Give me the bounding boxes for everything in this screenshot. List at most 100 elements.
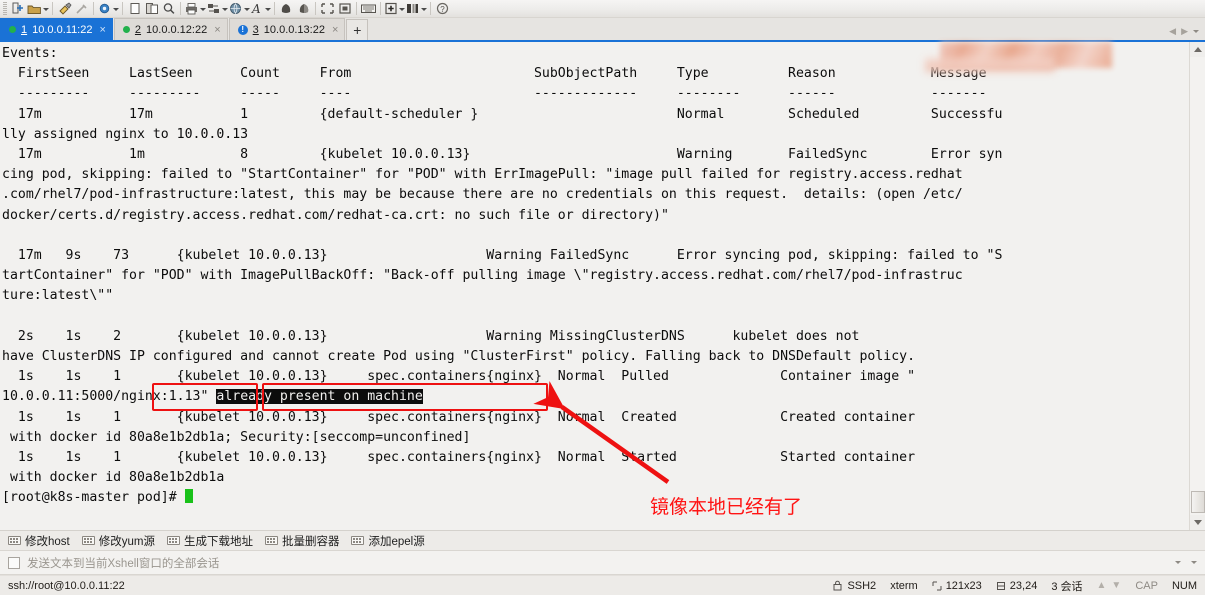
- status-bar: ssh://root@10.0.0.11:22 SSH2 xterm 121x2…: [0, 575, 1205, 595]
- new-tab-button[interactable]: +: [346, 19, 369, 40]
- copy-icon[interactable]: [126, 1, 143, 17]
- quick-command-label: 修改yum源: [98, 535, 155, 548]
- print-icon[interactable]: [184, 1, 206, 17]
- tab-list-chevron-icon[interactable]: [1193, 30, 1199, 33]
- chevron-down-icon-2[interactable]: [1191, 561, 1197, 564]
- keyboard-icon: [264, 536, 278, 545]
- quick-command-label: 添加epel源: [368, 535, 425, 548]
- transfer-icon[interactable]: [206, 1, 228, 17]
- chevron-down-icon[interactable]: [1175, 561, 1181, 564]
- tab-scroll-right-icon[interactable]: ▶: [1181, 26, 1188, 37]
- connected-status-dot: [9, 26, 16, 33]
- toolbar-grip[interactable]: [3, 1, 7, 16]
- font-icon[interactable]: A: [250, 1, 271, 17]
- session-tab-3[interactable]: ! 3 10.0.0.13:22 ×: [228, 18, 346, 40]
- quick-command-bar: 修改host 修改yum源 生成下载地址 批量删容器 添加epel源: [0, 531, 1205, 551]
- terminal-area: Events: FirstSeen LastSeen Count From Su…: [0, 42, 1205, 531]
- send-to-all-bar: 发送文本到当前Xshell窗口的全部会话: [0, 551, 1205, 575]
- tab-label: 10.0.0.12:22: [146, 23, 208, 36]
- terminal-line: [root@k8s-master pod]#: [2, 488, 1189, 508]
- toolbar-separator: [52, 2, 53, 15]
- terminal-line: ture:latest\"": [2, 288, 114, 304]
- terminal-line: .com/rhel7/pod-infrastructure:latest, th…: [2, 187, 963, 203]
- quick-command-modify-host[interactable]: 修改host: [8, 533, 70, 549]
- terminal-line: 1s 1s 1 {kubelet 10.0.0.13} spec.contain…: [2, 409, 916, 425]
- window-panel-icon[interactable]: [336, 1, 353, 17]
- paste-icon[interactable]: [143, 1, 160, 17]
- keyboard-icon: [8, 536, 21, 545]
- session-tab-2[interactable]: 2 10.0.0.12:22 ×: [113, 18, 228, 40]
- toolbar-separator: [274, 2, 275, 15]
- toolbar-separator: [356, 2, 357, 15]
- terminal-line: lly assigned nginx to 10.0.0.13: [2, 126, 249, 142]
- terminal-line: 2s 1s 2 {kubelet 10.0.0.13} Warning Miss…: [2, 328, 860, 344]
- tab-scroll-left-icon[interactable]: ◀: [1169, 26, 1176, 37]
- fullscreen-icon[interactable]: [319, 1, 336, 17]
- columns-icon[interactable]: [405, 1, 427, 17]
- upload-arrow-icon: ▲: [1096, 580, 1107, 591]
- keyboard-icon: [166, 536, 180, 545]
- tab-label: 10.0.0.11:22: [32, 23, 93, 36]
- quick-command-modify-yum[interactable]: 修改yum源: [81, 533, 155, 549]
- terminal-line: have ClusterDNS IP configured and cannot…: [2, 349, 916, 365]
- keyboard-icon[interactable]: [360, 1, 377, 17]
- status-transfer-arrows: ▲ ▼: [1097, 580, 1122, 591]
- zoom-in-icon[interactable]: [384, 1, 405, 17]
- send-to-all-checkbox[interactable]: [8, 556, 20, 569]
- xshell-window: A ? 1 10.0.0.11:22 × 2 10.0.0.12:22 × ! …: [0, 0, 1205, 595]
- terminal-line: Events:: [2, 46, 58, 61]
- compose-icon[interactable]: [278, 1, 295, 17]
- tab-number: 1: [21, 23, 28, 36]
- status-sessions: 3 会话: [1051, 580, 1083, 593]
- help-icon[interactable]: ?: [434, 1, 451, 17]
- quick-command-batch-delete-containers[interactable]: 批量删容器: [264, 533, 340, 549]
- main-toolbar: A ?: [0, 0, 1205, 18]
- close-icon[interactable]: ×: [214, 24, 220, 36]
- toolbar-separator: [380, 2, 381, 15]
- scroll-down-icon[interactable]: [1189, 515, 1205, 530]
- quick-command-gen-download-url[interactable]: 生成下载地址: [166, 533, 253, 549]
- toolbar-separator: [93, 2, 94, 15]
- close-icon[interactable]: ×: [99, 24, 105, 36]
- terminal-line: tartContainer" for "POD" with ImagePullB…: [2, 268, 963, 284]
- alert-icon: !: [237, 24, 248, 35]
- send-to-all-label: 发送文本到当前Xshell窗口的全部会话: [27, 557, 220, 570]
- toolbar-separator: [430, 2, 431, 15]
- keyboard-icon: [351, 536, 365, 545]
- paint-bucket-icon[interactable]: [295, 1, 312, 17]
- status-caps-lock: CAP: [1135, 579, 1158, 592]
- scroll-up-icon[interactable]: [1189, 42, 1205, 57]
- scrollbar-track[interactable]: [1189, 57, 1205, 515]
- terminal-line: 1s 1s 1 {kubelet 10.0.0.13} spec.contain…: [2, 369, 916, 385]
- status-terminal-type: xterm: [890, 579, 918, 592]
- status-size-cell: 121x23: [932, 580, 982, 592]
- paint-brush-icon[interactable]: [56, 1, 73, 17]
- status-connection: ssh://root@10.0.0.11:22: [8, 579, 125, 592]
- svg-text:A: A: [251, 2, 261, 15]
- terminal-line: 17m 1m 8 {kubelet 10.0.0.13} Warning Fai…: [2, 147, 1003, 163]
- terminal-cursor: [184, 489, 193, 504]
- terminal-scrollbar[interactable]: [1189, 42, 1205, 530]
- globe-icon[interactable]: [228, 1, 250, 17]
- search-icon[interactable]: [160, 1, 177, 17]
- quick-command-label: 批量删容器: [281, 535, 340, 548]
- terminal-line: cing pod, skipping: failed to "StartCont…: [2, 167, 963, 183]
- keyboard-icon: [81, 536, 95, 545]
- quick-command-add-epel[interactable]: 添加epel源: [351, 533, 425, 549]
- eyedropper-icon[interactable]: [73, 1, 90, 17]
- open-folder-icon[interactable]: [27, 1, 49, 17]
- terminal-output[interactable]: Events: FirstSeen LastSeen Count From Su…: [0, 42, 1189, 530]
- toolbar-separator: [122, 2, 123, 15]
- terminal-line: 10.0.0.11:5000/nginx:1.13" already prese…: [2, 389, 423, 405]
- terminal-line: 17m 9s 73 {kubelet 10.0.0.13} Warning Fa…: [2, 248, 1003, 264]
- sendbar-controls: [1175, 561, 1197, 564]
- status-size: 121x23: [945, 579, 982, 592]
- close-icon[interactable]: ×: [332, 24, 338, 36]
- session-tab-1[interactable]: 1 10.0.0.11:22 ×: [0, 18, 113, 40]
- properties-gear-icon[interactable]: [97, 1, 119, 17]
- scrollbar-thumb[interactable]: [1191, 491, 1205, 513]
- new-session-icon[interactable]: [10, 1, 27, 17]
- selected-text: already present on machine: [216, 389, 423, 405]
